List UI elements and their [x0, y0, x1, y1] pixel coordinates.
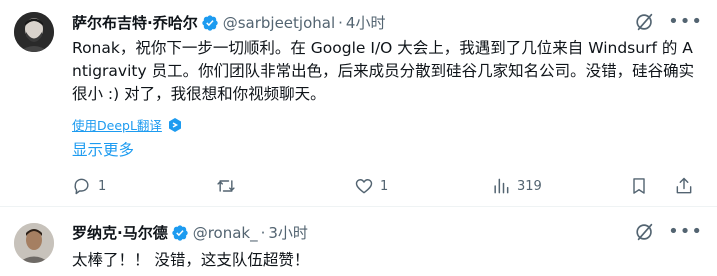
reply-icon: [74, 178, 89, 195]
like-button[interactable]: 1: [354, 176, 388, 196]
share-icon: [676, 177, 692, 194]
author-name[interactable]: 萨尔布吉特·乔哈尔: [72, 12, 198, 33]
post-header: 罗纳克·马尔德 @ronak_ · 3小时: [72, 222, 308, 243]
views-icon: [494, 178, 509, 194]
like-count: 1: [380, 178, 389, 194]
post-time[interactable]: 4小时: [346, 12, 386, 33]
verified-badge-icon: [171, 224, 189, 242]
show-more-link[interactable]: 显示更多: [72, 138, 134, 160]
translate-row: 使用DeepL翻译: [72, 115, 183, 134]
post-top-actions: •••: [634, 11, 703, 33]
repost-button[interactable]: [216, 176, 242, 196]
bookmark-icon: [633, 178, 645, 194]
reply-button[interactable]: 1: [72, 176, 106, 196]
avatar[interactable]: [14, 12, 54, 52]
more-icon[interactable]: •••: [668, 11, 703, 33]
verified-badge-icon: [201, 14, 219, 32]
repost-icon: [217, 180, 235, 192]
bookmark-button[interactable]: [629, 176, 649, 196]
post[interactable]: 罗纳克·马尔德 @ronak_ · 3小时 ••• 太棒了！！ 没错，这支队伍超…: [0, 207, 717, 276]
deepl-icon: [167, 117, 183, 133]
author-name[interactable]: 罗纳克·马尔德: [72, 222, 168, 243]
post[interactable]: 萨尔布吉特·乔哈尔 @sarbjeetjohal · 4小时 ••• Ronak…: [0, 0, 717, 207]
post-header: 萨尔布吉特·乔哈尔 @sarbjeetjohal · 4小时: [72, 12, 385, 33]
post-text: Ronak，祝你下一步一切顺利。在 Google I/O 大会上，我遇到了几位来…: [72, 39, 695, 103]
post-actions: 1 1 319: [72, 176, 702, 200]
like-icon: [355, 179, 373, 194]
post-text: 太棒了！！ 没错，这支队伍超赞！: [72, 251, 310, 269]
translate-link[interactable]: 使用DeepL翻译: [72, 115, 162, 134]
more-icon[interactable]: •••: [668, 221, 703, 243]
author-handle[interactable]: @ronak_: [193, 224, 258, 242]
grok-icon[interactable]: [634, 11, 656, 33]
author-handle[interactable]: @sarbjeetjohal: [223, 14, 335, 32]
reply-count: 1: [98, 178, 107, 194]
share-button[interactable]: [674, 176, 694, 196]
post-time[interactable]: 3小时: [268, 222, 308, 243]
separator-dot: ·: [260, 223, 266, 242]
views-count: 319: [517, 178, 542, 194]
views-button[interactable]: 319: [491, 176, 542, 196]
avatar[interactable]: [14, 223, 54, 263]
grok-icon[interactable]: [634, 221, 656, 243]
separator-dot: ·: [338, 13, 343, 32]
post-top-actions: •••: [634, 221, 703, 243]
